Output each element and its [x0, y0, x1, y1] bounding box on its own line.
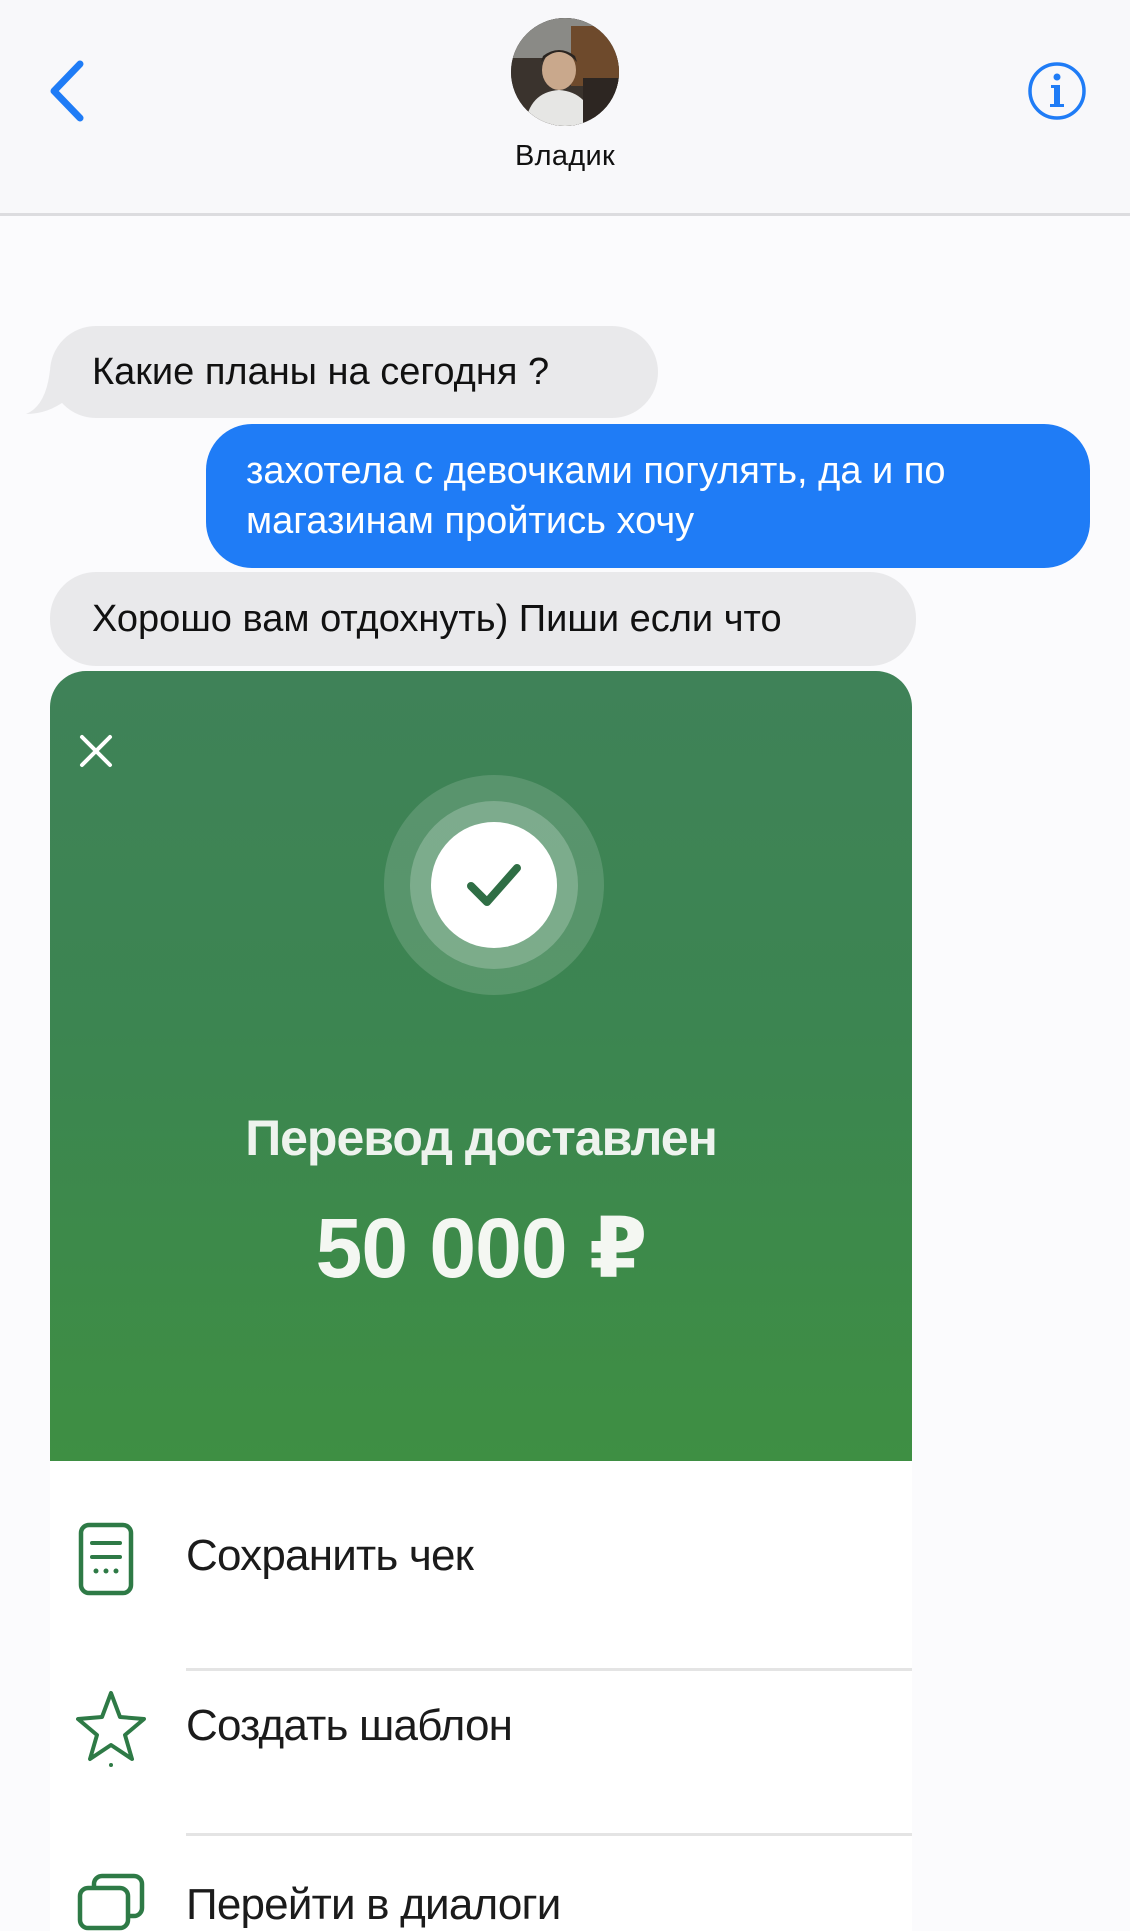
message-text: Какие планы на сегодня ? [92, 351, 550, 393]
checkmark-icon [467, 864, 521, 906]
info-button[interactable] [1026, 60, 1088, 122]
avatar[interactable] [511, 18, 619, 126]
action-label: Сохранить чек [186, 1531, 474, 1580]
transfer-status-panel: Перевод доставлен 50 000 ₽ [50, 671, 912, 1461]
message-outgoing[interactable]: захотела с девочками погулять, да и по м… [206, 424, 1090, 568]
chevron-left-icon [50, 60, 84, 122]
status-badge [431, 822, 557, 948]
action-label: Перейти в диалоги [186, 1880, 561, 1929]
transfer-title: Перевод доставлен [245, 1110, 718, 1166]
close-icon [80, 735, 112, 767]
action-label: Создать шаблон [186, 1701, 513, 1750]
message-text: Хорошо вам отдохнуть) Пиши если что [92, 598, 782, 640]
info-icon [1028, 62, 1086, 120]
go-to-dialogs-action: Перейти в диалоги [50, 1836, 912, 1931]
back-button[interactable] [40, 56, 100, 126]
create-template-action: Создать шаблон [50, 1671, 912, 1835]
message-text: захотела с девочками погулять, да и по м… [246, 450, 946, 542]
save-receipt-action: Сохранить чек [50, 1501, 912, 1665]
transfer-amount: 50 000 ₽ [315, 1201, 648, 1295]
star-icon [76, 1691, 146, 1767]
message-incoming[interactable]: Хорошо вам отдохнуть) Пиши если что [50, 572, 916, 666]
message-incoming[interactable]: Какие планы на сегодня ? [50, 326, 658, 418]
conversation-header: Владик [0, 0, 1130, 216]
dialogs-icon [77, 1873, 145, 1931]
contact-name[interactable]: Владик [0, 140, 1130, 173]
photo-attachment[interactable]: Перевод доставлен 50 000 ₽ Сохранить чек… [50, 671, 912, 1931]
avatar-photo [511, 18, 619, 126]
receipt-icon [78, 1522, 134, 1596]
